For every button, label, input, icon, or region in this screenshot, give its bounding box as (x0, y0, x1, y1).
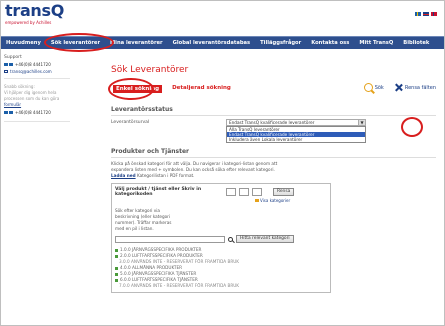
category-code-input-3[interactable] (252, 188, 262, 196)
support-phone: +46(0)8 4441720 (4, 62, 70, 67)
mail-icon (4, 70, 8, 73)
tab-detailed-search[interactable]: Detaljerad sökning (172, 85, 231, 93)
supplier-status-title: Leverantörsstatus (111, 106, 436, 116)
supplier-status-section: Leverantörsstatus Leverantörsurval Endas… (111, 106, 436, 143)
nav-item-library[interactable]: Bibliotek (398, 37, 434, 50)
download-row: Ladda ned Kategorilistan i PDF format. (111, 173, 436, 179)
chevron-down-icon[interactable]: ▼ (358, 120, 365, 125)
tip-phone-number: +46(0)8 4441720 (15, 110, 51, 115)
main-nav: Huvudmeny Sök leverantörer Mina leverant… (1, 36, 444, 49)
search-button-label: Sök (374, 84, 384, 91)
category-search-input[interactable] (115, 235, 225, 243)
tip-block: Snabb sökning: Vi hjälper dig igenom hel… (4, 82, 70, 122)
tab-simple-search[interactable]: Enkel sökning (113, 85, 163, 93)
supplier-selection-label: Leverantörsurval (111, 120, 150, 125)
category-code-input-1[interactable] (226, 188, 236, 196)
sidebar: Support +46(0)8 4441720 transq@achilles.… (4, 53, 70, 122)
page-title: Sök Leverantörer (111, 65, 189, 75)
expand-icon[interactable] (115, 248, 118, 252)
reset-button[interactable]: Rensa fälten (394, 83, 436, 92)
main-content: Sök Leverantörer Enkel sökning Detaljera… (105, 53, 441, 323)
nav-item-contact-us[interactable]: Kontakta oss (306, 37, 354, 50)
folder-icon (255, 199, 259, 202)
supplier-selection-value[interactable]: Endast TransQ kvalificerade leverantörer… (226, 119, 366, 126)
category-code-input-2[interactable] (239, 188, 249, 196)
nav-item-main-menu[interactable]: Huvudmeny (1, 37, 46, 50)
language-flags (415, 12, 437, 16)
category-list: 1.0.0 JÄRNVÄGSSPECIFIKA PRODUKTER 2.0.0 … (115, 247, 327, 289)
support-block: Support +46(0)8 4441720 transq@achilles.… (4, 53, 70, 79)
close-icon (394, 83, 403, 92)
search-actions: Sök Rensa fälten (363, 83, 436, 92)
search-icon (363, 83, 373, 92)
category-code-row: Välj produkt / tjänst eller Skriv in kat… (115, 187, 327, 197)
tip-link-row: formulär (4, 102, 70, 108)
support-phone-number: +46(0)8 4441720 (15, 62, 51, 67)
supplier-options-list: Alla TransQ leverantörer Endast TransQ k… (226, 126, 366, 143)
supplier-selection-dropdown[interactable]: Endast TransQ kvalificerade leverantörer… (226, 119, 366, 143)
reset-button-label: Rensa fälten (404, 84, 436, 91)
expand-icon[interactable] (115, 266, 118, 270)
supplier-option[interactable]: Inkludera även Lokala leverantörer (227, 137, 365, 142)
nav-item-additional-questions[interactable]: Tilläggsfrågor (255, 37, 306, 50)
category-search-row: Hitta relevant kategori (115, 235, 327, 243)
tip-link[interactable]: formulär (4, 102, 21, 107)
clear-code-button[interactable]: Rensa (273, 188, 295, 196)
transq-logo[interactable]: transQ empowered by Achilles (5, 1, 65, 26)
category-search-description: Sök efter kategori via beskrivning (elle… (115, 208, 172, 231)
products-title: Produkter och Tjänster (111, 148, 436, 158)
phone-flags-icon (4, 63, 13, 66)
english-flag-icon[interactable] (423, 12, 429, 16)
nav-item-search-suppliers[interactable]: Sök leverantörer (46, 37, 105, 50)
category-label: 7.0.0 ANVÄNDS INTE - RESERVERAT FÖR FRAM… (119, 283, 240, 288)
nav-item-my-transq[interactable]: Mitt TransQ (354, 37, 398, 50)
phone-flags-icon-2 (4, 111, 13, 114)
search-tabs: Enkel sökning Detaljerad sökning (113, 85, 231, 93)
show-categories-text: Visa kategorier (260, 198, 291, 203)
category-box: Välj produkt / tjänst eller Skriv in kat… (111, 183, 331, 293)
search-icon (228, 236, 233, 242)
support-email[interactable]: transq@achilles.com (4, 69, 70, 74)
download-link[interactable]: Ladda ned (111, 173, 136, 178)
brand-name: transQ (5, 1, 65, 20)
expand-icon[interactable] (115, 278, 118, 282)
norwegian-flag-icon[interactable] (431, 12, 437, 16)
supplier-selected-text: Endast TransQ kvalificerade leverantörer (229, 120, 315, 125)
show-categories-link[interactable]: Visa kategorier (255, 198, 327, 203)
category-code-label: Välj produkt / tjänst eller Skriv in kat… (115, 187, 202, 197)
download-text: Kategorilistan i PDF format. (136, 173, 195, 178)
swedish-flag-icon[interactable] (415, 12, 421, 16)
nav-item-my-suppliers[interactable]: Mina leverantörer (105, 37, 168, 50)
support-label: Support (4, 55, 22, 60)
nav-item-global-database[interactable]: Global leverantörsdatabas (168, 37, 256, 50)
brand-tagline: empowered by Achilles (5, 20, 52, 25)
expand-icon[interactable] (115, 254, 118, 258)
expand-icon[interactable] (115, 272, 118, 276)
category-item[interactable]: 7.0.0 ANVÄNDS INTE - RESERVERAT FÖR FRAM… (115, 283, 327, 289)
products-section: Produkter och Tjänster Klicka på önskad … (111, 148, 436, 293)
supplier-selection-row: Leverantörsurval Endast TransQ kvalifice… (111, 119, 436, 143)
search-button[interactable]: Sök (363, 83, 384, 92)
products-description: Klicka på önskad kategori för att välja.… (111, 161, 436, 179)
find-category-button[interactable]: Hitta relevant kategori (236, 235, 294, 243)
support-email-text: transq@achilles.com (10, 69, 52, 74)
tip-phone: +46(0)8 4441720 (4, 110, 70, 115)
